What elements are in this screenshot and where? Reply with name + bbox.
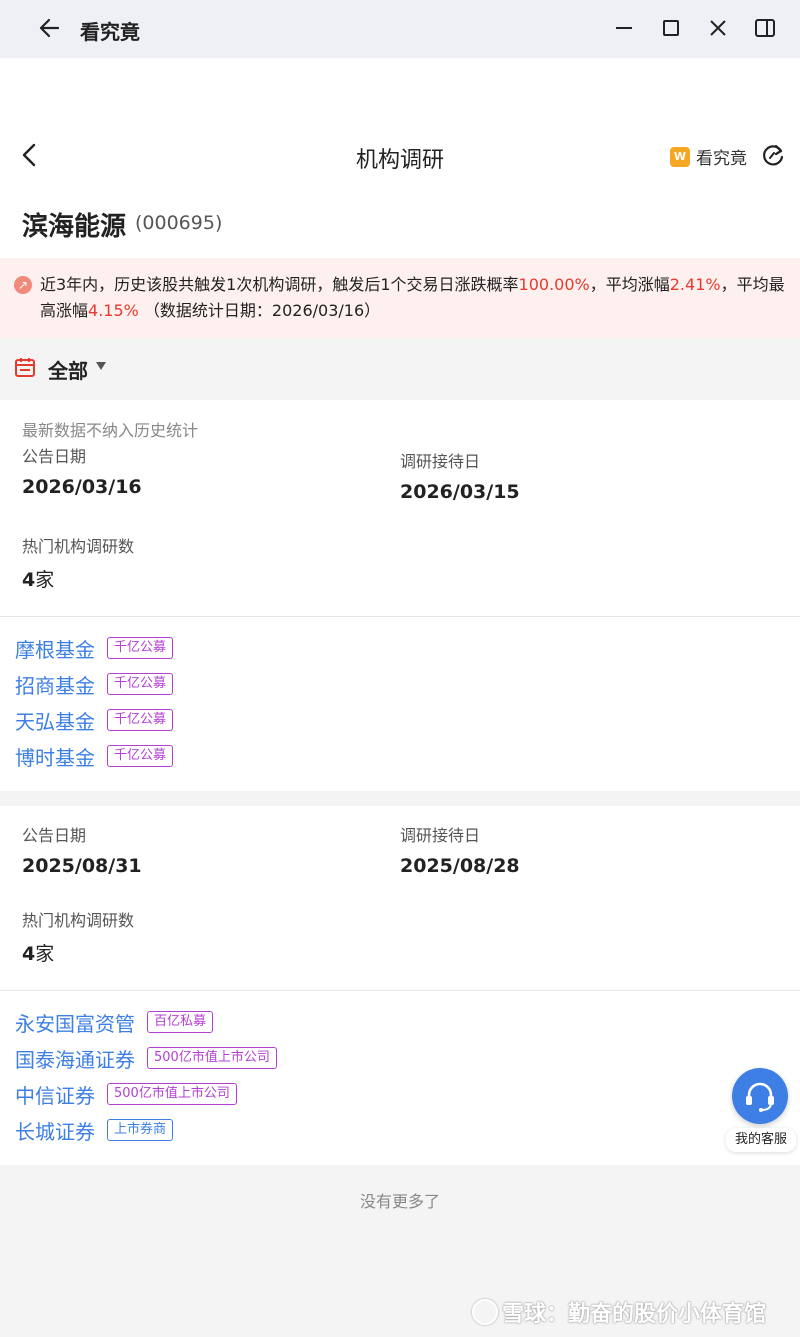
visit-date-value: 2025/08/28 <box>400 855 520 877</box>
institution-name[interactable]: 中信证券 <box>15 1080 95 1109</box>
record-card: 公告日期 调研接待日 2025/08/31 2025/08/28 热门机构调研数… <box>0 806 800 991</box>
avg-max-rise-value: 4.15% <box>88 301 139 320</box>
stock-header: 滨海能源 (000695) <box>0 190 800 258</box>
announce-date-label: 公告日期 <box>22 447 87 466</box>
institution-list: 永安国富资管 百亿私募 国泰海通证券 500亿市值上市公司 中信证券 500亿市… <box>0 991 800 1165</box>
watermark-text: 雪球：勤奋的股价小体育馆 <box>502 1302 767 1327</box>
institution-item[interactable]: 长城证券 上市券商 <box>15 1115 174 1145</box>
visit-date-label: 调研接待日 <box>400 826 481 845</box>
filter-bar: 全部 <box>0 338 800 400</box>
stock-code: (000695) <box>135 212 223 234</box>
visit-date-label: 调研接待日 <box>400 452 481 471</box>
headset-icon[interactable] <box>732 1068 788 1124</box>
visit-date-value: 2026/03/15 <box>400 481 520 503</box>
institution-tag: 百亿私募 <box>147 1011 214 1033</box>
institution-tag: 千亿公募 <box>107 673 174 695</box>
institution-name[interactable]: 长城证券 <box>15 1116 95 1145</box>
institution-item[interactable]: 天弘基金 千亿公募 <box>15 705 174 735</box>
institution-tag: 千亿公募 <box>107 745 174 767</box>
caret-down-icon[interactable] <box>96 362 106 370</box>
nav-bar: 机构调研 W 看究竟 <box>0 120 800 190</box>
institution-list: 摩根基金 千亿公募 招商基金 千亿公募 天弘基金 千亿公募 博时基金 千亿公募 <box>0 617 800 791</box>
watermark: 雪球：勤奋的股价小体育馆 <box>472 1296 766 1328</box>
institution-tag: 500亿市值上市公司 <box>107 1083 237 1105</box>
hot-count-value: 4家 <box>22 943 55 965</box>
summary-banner: ↗ 近3年内，历史该股共触发1次机构调研，触发后1个交易日涨跌概率100.00%… <box>0 258 800 338</box>
institution-name[interactable]: 天弘基金 <box>15 706 95 735</box>
avg-rise-value: 2.41% <box>669 275 721 294</box>
institution-item[interactable]: 永安国富资管 百亿私募 <box>15 1007 214 1037</box>
trend-up-icon: ↗ <box>14 276 32 294</box>
institution-tag: 千亿公募 <box>107 709 174 731</box>
announce-date-value: 2026/03/16 <box>22 476 142 498</box>
record-note: 最新数据不纳入历史统计 <box>22 421 199 440</box>
announce-date-value: 2025/08/31 <box>22 855 142 877</box>
filter-dropdown[interactable]: 全部 <box>48 355 88 384</box>
institution-item[interactable]: 招商基金 千亿公募 <box>15 669 174 699</box>
record-card: 最新数据不纳入历史统计 公告日期 调研接待日 2026/03/16 2026/0… <box>0 400 800 617</box>
announce-date-label: 公告日期 <box>22 826 87 845</box>
institution-name[interactable]: 博时基金 <box>15 742 95 771</box>
back-arrow-icon[interactable] <box>36 14 64 42</box>
window-titlebar: 看究竟 <box>0 0 800 58</box>
minimize-icon[interactable] <box>610 14 638 42</box>
probability-value: 100.00% <box>518 275 590 294</box>
xueqiu-logo-icon <box>472 1299 498 1325</box>
institution-item[interactable]: 摩根基金 千亿公募 <box>15 633 174 663</box>
institution-tag: 500亿市值上市公司 <box>147 1047 277 1069</box>
summary-text: 近3年内，历史该股共触发1次机构调研，触发后1个交易日涨跌概率100.00%，平… <box>40 275 785 320</box>
no-more-text: 没有更多了 <box>359 1192 440 1211</box>
institution-name[interactable]: 摩根基金 <box>15 634 95 663</box>
calendar-icon <box>15 358 35 377</box>
stock-name: 滨海能源 <box>22 212 127 242</box>
institution-item[interactable]: 国泰海通证券 500亿市值上市公司 <box>15 1043 277 1073</box>
status-gap <box>0 58 800 120</box>
sidebar-toggle-icon[interactable] <box>751 14 779 42</box>
institution-name[interactable]: 招商基金 <box>15 670 95 699</box>
customer-service-label: 我的客服 <box>726 1128 796 1152</box>
institution-item[interactable]: 博时基金 千亿公募 <box>15 741 174 771</box>
institution-tag: 千亿公募 <box>107 637 174 659</box>
hot-count-value: 4家 <box>22 569 55 591</box>
brand-label: 看究竟 <box>696 149 747 169</box>
brand-link[interactable]: W 看究竟 <box>670 144 747 169</box>
hot-count-label: 热门机构调研数 <box>22 911 135 930</box>
customer-service-button[interactable]: 我的客服 <box>726 1066 796 1156</box>
institution-name[interactable]: 国泰海通证券 <box>15 1044 135 1073</box>
institution-tag: 上市券商 <box>107 1119 174 1141</box>
institution-name[interactable]: 永安国富资管 <box>15 1008 135 1037</box>
close-icon[interactable] <box>704 14 732 42</box>
share-refresh-icon[interactable] <box>760 142 786 168</box>
hot-count-label: 热门机构调研数 <box>22 537 135 556</box>
window-title: 看究竟 <box>80 20 140 44</box>
maximize-icon[interactable] <box>657 14 685 42</box>
institution-item[interactable]: 中信证券 500亿市值上市公司 <box>15 1079 237 1109</box>
brand-logo-icon: W <box>670 146 690 167</box>
